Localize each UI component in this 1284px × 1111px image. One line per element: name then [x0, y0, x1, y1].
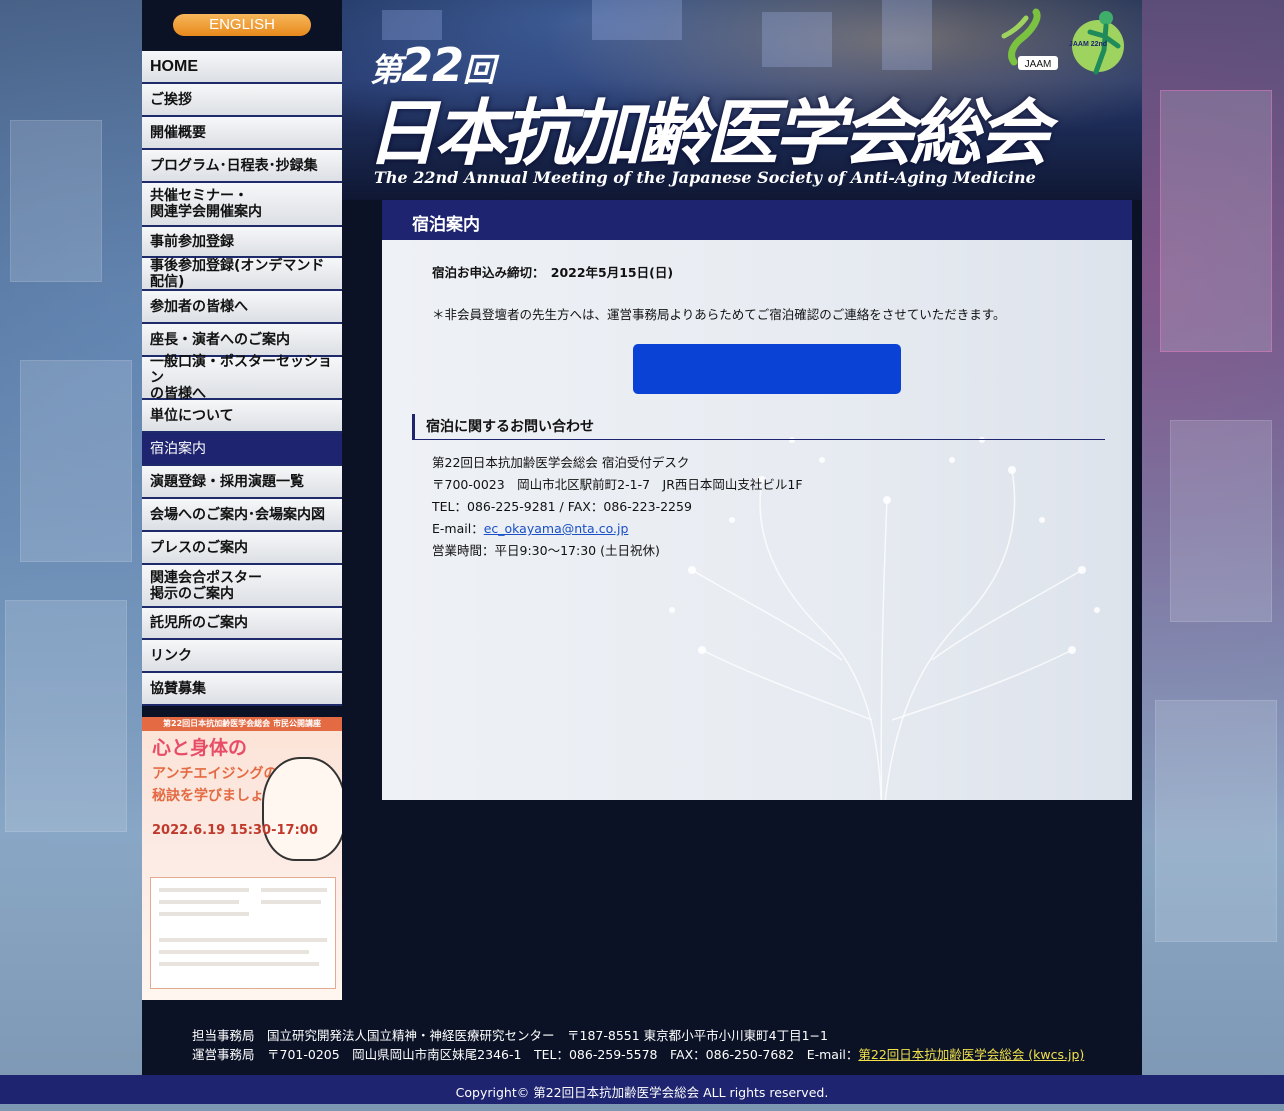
- svg-text:JAAM 22nd: JAAM 22nd: [1069, 41, 1107, 48]
- header-banner: 第22回 日本抗加齢医学会総会 The 22nd Annual Meeting …: [342, 0, 1142, 200]
- footer-info: 担当事務局 国立研究開発法人国立精神・神経医療研究センター 〒187-8551 …: [192, 1026, 1084, 1064]
- header-title: 日本抗加齢医学会総会: [366, 91, 1050, 175]
- booking-deadline: 宿泊お申込み締切： 2022年5月15日(日): [432, 265, 674, 280]
- svg-text:JAAM: JAAM: [1025, 59, 1052, 70]
- page-title-bar: 宿泊案内: [382, 200, 1132, 240]
- contact-name: 第22回日本抗加齢医学会総会 宿泊受付デスク: [432, 455, 690, 470]
- sidebar-item[interactable]: 協賛募集: [142, 673, 342, 706]
- footer-secretariat: 担当事務局 国立研究開発法人国立精神・神経医療研究センター 〒187-8551 …: [192, 1028, 828, 1043]
- contact-tel-fax: TEL：086-225-9281 / FAX：086-223-2259: [432, 499, 692, 514]
- sidebar-item[interactable]: リンク: [142, 640, 342, 673]
- sidebar-item[interactable]: 共催セミナー・ 関連学会開催案内: [142, 183, 342, 227]
- sidebar-item[interactable]: プログラム･日程表･抄録集: [142, 150, 342, 183]
- illustration-face: [262, 757, 342, 861]
- english-button[interactable]: ENGLISH: [173, 14, 311, 36]
- page-title: 宿泊案内: [412, 215, 480, 235]
- banner-date: 2022.6.19 15:30-17:00: [152, 823, 318, 838]
- contact-address: 〒700-0023 岡山市北区駅前町2-1-7 JR西日本岡山支社ビル1F: [432, 477, 803, 492]
- sidebar-item[interactable]: 開催概要: [142, 117, 342, 150]
- sidebar-item[interactable]: 参加者の皆様へ: [142, 291, 342, 324]
- copyright-text: Copyright© 第22回日本抗加齢医学会総会 ALL rights res…: [455, 1085, 829, 1100]
- footer-email-link[interactable]: 第22回日本抗加齢医学会総会 (kwcs.jp): [858, 1047, 1084, 1062]
- footer-operations: 運営事務局 〒701-0205 岡山県岡山市南区妹尾2346-1 TEL：086…: [192, 1047, 1085, 1062]
- sidebar-item[interactable]: 座長・演者へのご案内: [142, 324, 342, 357]
- jaam-22nd-logo: JAAM 22nd: [1069, 11, 1124, 75]
- copyright-bar: Copyright© 第22回日本抗加齢医学会総会 ALL rights res…: [0, 1075, 1284, 1104]
- content-panel: 宿泊お申込み締切： 2022年5月15日(日) ＊非会員登壇者の先生方へは、運営…: [382, 240, 1132, 800]
- inquiry-section-title: 宿泊に関するお問い合わせ: [412, 414, 1105, 440]
- contact-hours: 営業時間：平日9:30〜17:30 (土日祝休): [432, 543, 660, 558]
- contact-info: 第22回日本抗加齢医学会総会 宿泊受付デスク 〒700-0023 岡山市北区駅前…: [432, 452, 803, 562]
- sidebar-item[interactable]: HOME: [142, 51, 342, 84]
- page-container: 第22回 日本抗加齢医学会総会 The 22nd Annual Meeting …: [142, 0, 1142, 1075]
- banner-details: [150, 877, 336, 989]
- sidebar-item[interactable]: 関連会合ポスター 掲示のご案内: [142, 565, 342, 608]
- sidebar-item[interactable]: 一般口演・ポスターセッション の皆様へ: [142, 354, 342, 402]
- jaam-logo: JAAM: [1001, 8, 1058, 70]
- contact-email-link[interactable]: ec_okayama@nta.co.jp: [484, 521, 629, 536]
- sidebar-item[interactable]: 事後参加登録(オンデマンド配信): [142, 258, 342, 291]
- header-subtitle: The 22nd Annual Meeting of the Japanese …: [374, 168, 1036, 187]
- sidebar-item[interactable]: 託児所のご案内: [142, 608, 342, 640]
- sidebar-item[interactable]: プレスのご案内: [142, 532, 342, 565]
- sidebar-item[interactable]: ご挨拶: [142, 84, 342, 117]
- public-lecture-banner[interactable]: 第22回日本抗加齢医学会総会 市民公開講座 心と身体の アンチエイジングの 秘訣…: [142, 717, 342, 1000]
- contact-email-row: E-mail：ec_okayama@nta.co.jp: [432, 521, 629, 536]
- booking-note: ＊非会員登壇者の先生方へは、運営事務局よりあらためてご宿泊確認のご連絡をさせてい…: [432, 307, 1006, 322]
- sidebar-item[interactable]: 会場へのご案内･会場案内図: [142, 499, 342, 532]
- sidebar-item[interactable]: 演題登録・採用演題一覧: [142, 466, 342, 499]
- banner-title: 心と身体の: [152, 737, 248, 759]
- sidebar-item[interactable]: 事前参加登録: [142, 227, 342, 258]
- banner-subtitle: アンチエイジングの 秘訣を学びましょ: [152, 766, 278, 804]
- banner-header: 第22回日本抗加齢医学会総会 市民公開講座: [142, 717, 342, 731]
- sidebar-nav: HOME ご挨拶 開催概要 プログラム･日程表･抄録集 共催セミナー・ 関連学会開催案内…: [142, 51, 342, 706]
- hotel-booking-button[interactable]: [633, 344, 901, 394]
- sidebar-item[interactable]: 宿泊案内: [142, 433, 342, 466]
- sidebar-item[interactable]: 単位について: [142, 400, 342, 433]
